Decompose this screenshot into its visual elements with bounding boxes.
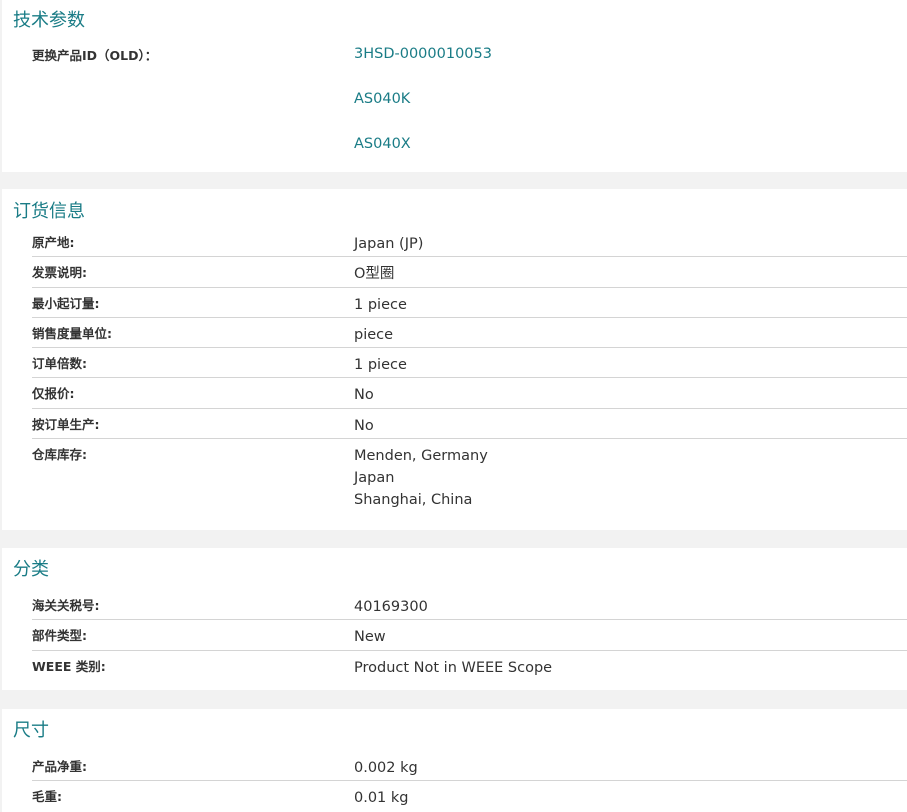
row-label: 订单倍数: [32, 356, 87, 372]
replacement-link[interactable]: AS040K [354, 88, 907, 110]
row-label: 海关关税号: [32, 598, 100, 613]
row-label: 仅报价: [32, 386, 75, 402]
section-title: 技术参数 [13, 10, 85, 31]
row-value: Japan (JP) [354, 236, 424, 252]
row-value: 40169300 [354, 599, 428, 615]
row-label: 仓库库存: [32, 447, 87, 463]
row-value: New [354, 629, 386, 646]
table-row: 销售度量单位: piece [32, 318, 907, 349]
stock-location: Shanghai, China [354, 492, 473, 509]
row-value: No [354, 417, 374, 434]
row-value: piece [354, 326, 394, 343]
section-title: 尺寸 [13, 720, 49, 741]
table-row: 原产地: Japan (JP) [32, 227, 907, 258]
table-row: 最小起订量: 1 piece [32, 288, 907, 318]
row-label: 按订单生产: [32, 416, 100, 432]
product-details-page: 技术参数 更换产品ID（OLD）： 3HSD-0000010053 AS040K… [0, 0, 907, 812]
section-dimensions: 尺寸 产品净重: 0.002 kg 毛重: 0.01 kg [2, 709, 907, 812]
row-value: O型圈 [354, 266, 395, 283]
table-row: 海关关税号: 40169300 [32, 590, 907, 621]
stock-location: Japan [354, 470, 395, 487]
stock-row: 仓库库存: Menden, Germany Japan Shanghai, Ch… [32, 439, 907, 511]
row-value: 1 piece [354, 296, 407, 313]
table-row: 产品净重: 0.002 kg [32, 751, 907, 782]
table-row: 订单倍数: 1 piece [32, 348, 907, 379]
replacement-link[interactable]: 3HSD-0000010053 [354, 43, 907, 65]
row-label: 原产地: [32, 235, 75, 250]
stock-location: Menden, Germany [354, 448, 488, 465]
stock-locations: Menden, Germany Japan Shanghai, China [354, 439, 907, 511]
replacement-row: 更换产品ID（OLD）： 3HSD-0000010053 AS040K AS04… [32, 36, 907, 178]
table-row: 按订单生产: No [32, 409, 907, 440]
row-value: No [354, 387, 374, 404]
table-row: 毛重: 0.01 kg [32, 781, 907, 811]
row-label: 最小起订量: [32, 295, 100, 311]
replacement-links: 3HSD-0000010053 AS040K AS040X [354, 36, 907, 178]
row-value: 0.002 kg [354, 760, 418, 776]
section-technical-parameters: 技术参数 更换产品ID（OLD）： 3HSD-0000010053 AS040K… [2, 0, 907, 172]
row-value: 1 piece [354, 357, 407, 374]
row-label: 销售度量单位: [32, 325, 112, 341]
section-title: 订货信息 [13, 201, 85, 222]
section-classification: 分类 海关关税号: 40169300 部件类型: New WEEE 类别: Pr… [2, 548, 907, 690]
row-label: 部件类型: [32, 628, 87, 644]
section-ordering-info: 订货信息 原产地: Japan (JP) 发票说明: O型圈 最小起订量: 1 … [2, 189, 907, 530]
table-row: 部件类型: New [32, 620, 907, 651]
row-label: 产品净重: [32, 759, 87, 774]
row-label: WEEE 类别: [32, 658, 106, 674]
row-value: Product Not in WEEE Scope [354, 659, 553, 676]
row-value: 0.01 kg [354, 790, 409, 807]
table-row: 发票说明: O型圈 [32, 257, 907, 288]
section-title: 分类 [13, 559, 49, 580]
row-label: 毛重: [32, 789, 62, 805]
replacement-label: 更换产品ID（OLD）： [32, 48, 158, 63]
replacement-link[interactable]: AS040X [354, 133, 907, 155]
table-row: WEEE 类别: Product Not in WEEE Scope [32, 651, 907, 681]
table-row: 仅报价: No [32, 378, 907, 409]
row-label: 发票说明: [32, 265, 87, 281]
